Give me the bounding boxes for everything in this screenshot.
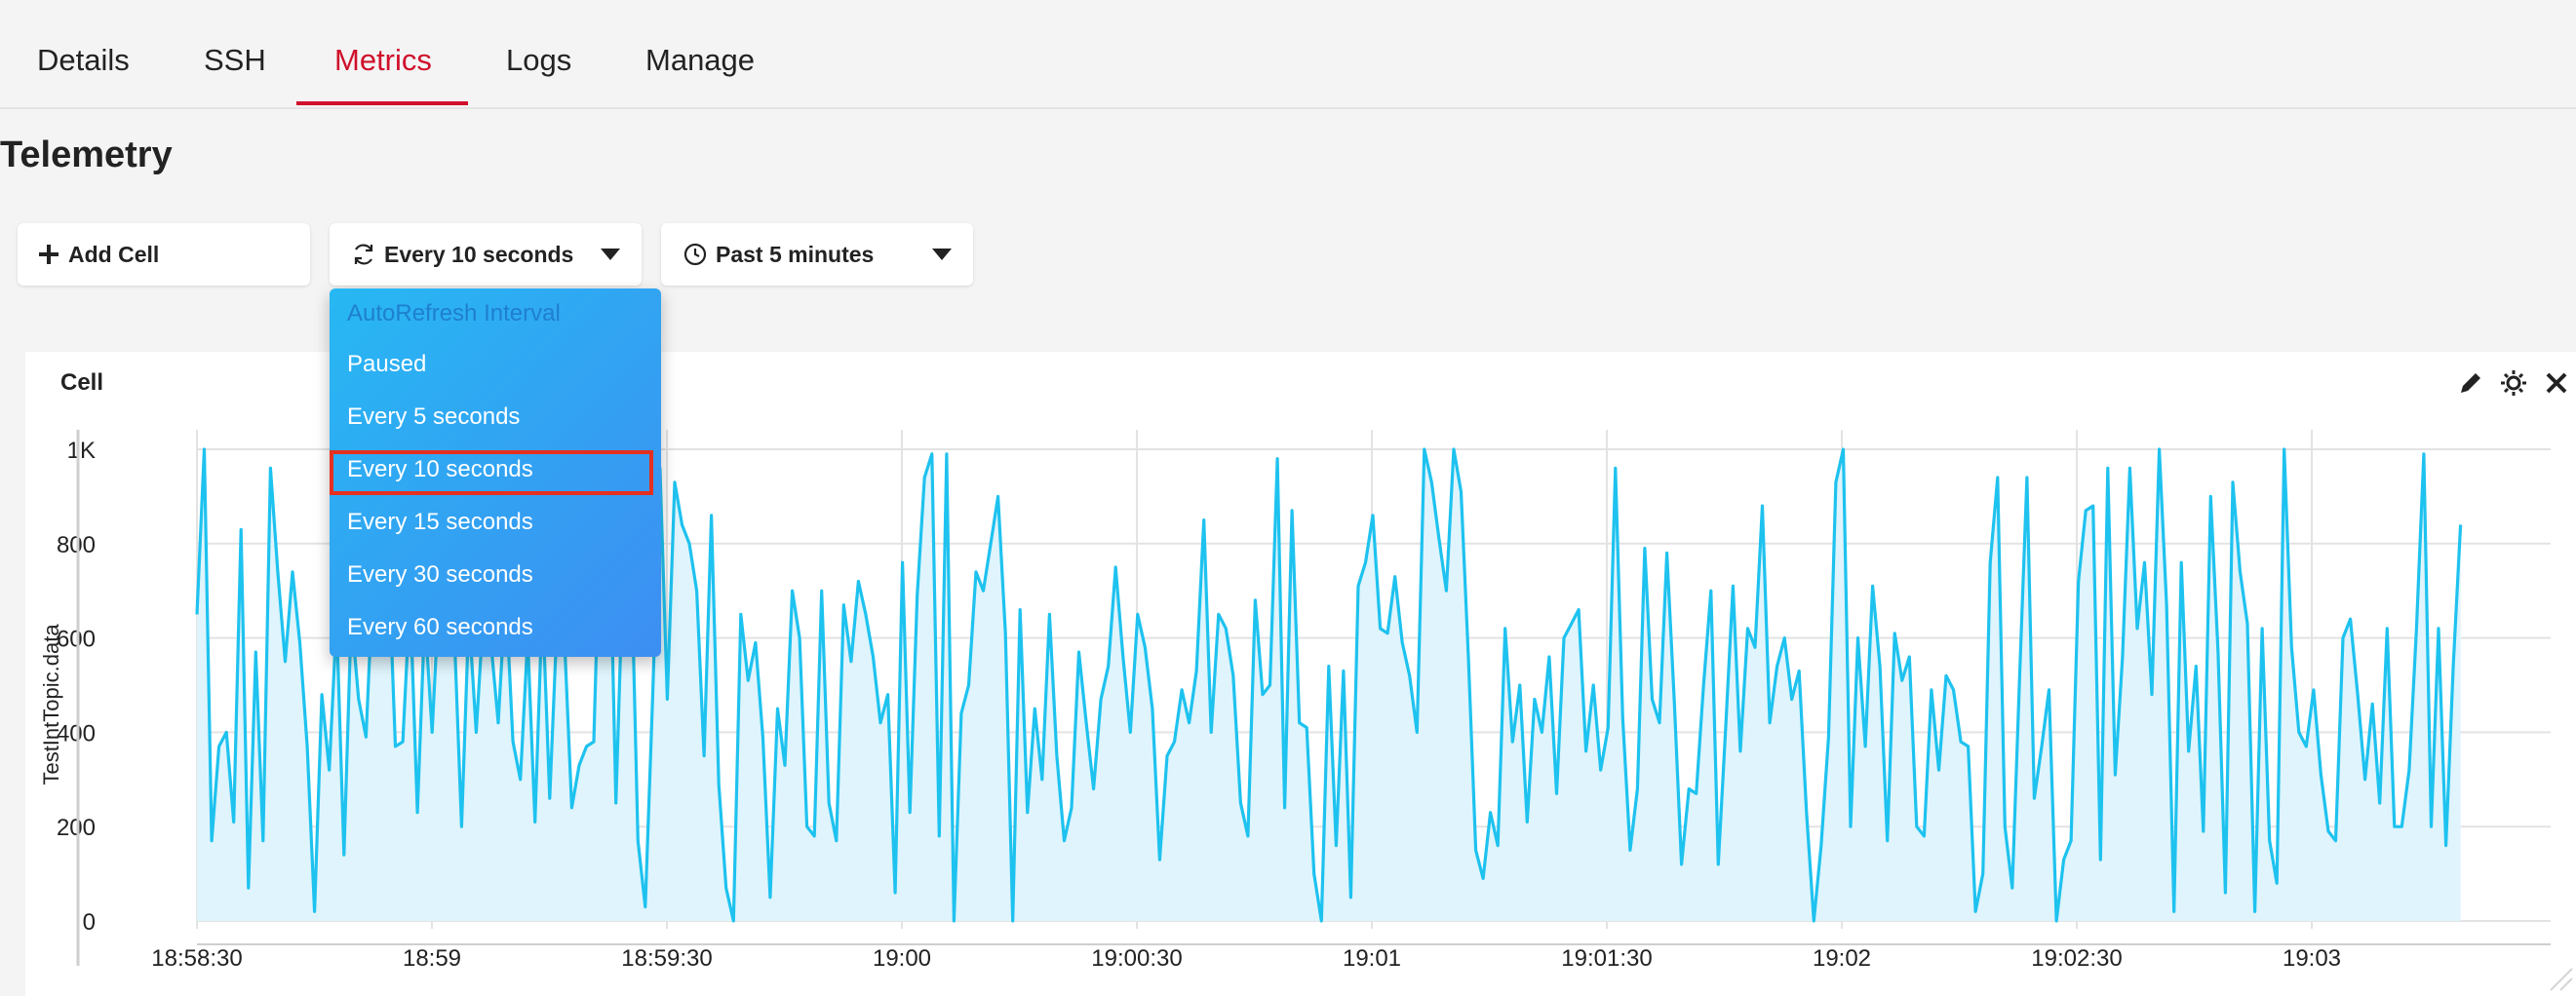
active-tab-indicator — [296, 101, 468, 105]
page-title: Telemetry — [0, 134, 173, 175]
x-tick-label: 19:01:30 — [1561, 945, 1652, 972]
time-range-dropdown[interactable]: Past 5 minutes — [661, 223, 973, 286]
tab-ssh[interactable]: SSH — [204, 43, 266, 78]
refresh-icon — [351, 242, 376, 267]
y-tick-label: 1K — [67, 438, 96, 464]
add-cell-button[interactable]: Add Cell — [18, 223, 310, 286]
x-tick-label: 18:59 — [403, 945, 461, 972]
tab-logs[interactable]: Logs — [506, 43, 571, 78]
refresh-interval-dropdown[interactable]: Every 10 seconds — [330, 223, 642, 286]
chevron-down-icon — [601, 249, 620, 260]
x-tick-label: 18:58:30 — [151, 945, 242, 972]
x-tick-label: 18:59:30 — [621, 945, 712, 972]
y-axis-label: TestIntTopic.data — [39, 624, 63, 785]
x-tick-label: 19:00 — [873, 945, 931, 972]
y-tick-label: 800 — [57, 532, 96, 558]
tab-metrics[interactable]: Metrics — [334, 43, 432, 78]
chevron-down-icon — [932, 249, 952, 260]
tab-details[interactable]: Details — [37, 43, 130, 78]
clock-icon — [683, 242, 708, 267]
resize-handle-icon — [2550, 968, 2573, 991]
menu-item-every-30-seconds[interactable]: Every 30 seconds — [347, 561, 533, 589]
menu-item-paused[interactable]: Paused — [347, 351, 426, 378]
dropdown-header: AutoRefresh Interval — [347, 300, 561, 326]
menu-item-every-10-seconds[interactable]: Every 10 seconds — [347, 456, 533, 483]
y-tick-label: 0 — [83, 909, 96, 936]
refresh-interval-menu: AutoRefresh Interval Paused Every 5 seco… — [330, 288, 661, 657]
y-tick-label: 200 — [57, 815, 96, 841]
menu-item-every-60-seconds[interactable]: Every 60 seconds — [347, 614, 533, 641]
plus-icon — [37, 243, 60, 266]
refresh-interval-label: Every 10 seconds — [384, 241, 574, 267]
x-tick-label: 19:02 — [1813, 945, 1871, 972]
add-cell-label: Add Cell — [68, 241, 160, 267]
menu-item-every-15-seconds[interactable]: Every 15 seconds — [347, 509, 533, 536]
time-range-label: Past 5 minutes — [716, 241, 875, 267]
x-tick-label: 19:02:30 — [2031, 945, 2122, 972]
x-tick-label: 19:03 — [2283, 945, 2341, 972]
x-tick-label: 19:00:30 — [1091, 945, 1182, 972]
tab-manage[interactable]: Manage — [645, 43, 755, 78]
menu-item-every-5-seconds[interactable]: Every 5 seconds — [347, 403, 520, 431]
tab-bar: Details SSH Metrics Logs Manage — [0, 0, 2576, 109]
x-tick-label: 19:01 — [1343, 945, 1401, 972]
